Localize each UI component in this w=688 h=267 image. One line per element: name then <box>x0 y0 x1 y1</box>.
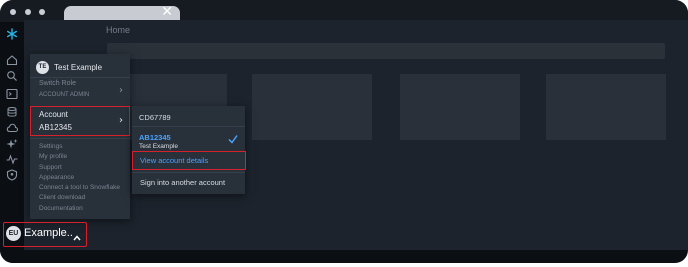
ai-sparkle-icon[interactable] <box>6 138 18 150</box>
tab-close-icon[interactable]: ✕ <box>161 4 173 20</box>
switch-role-label[interactable]: Switch Role <box>39 80 76 87</box>
sign-into-another-account-link[interactable]: Sign into another account <box>140 178 225 187</box>
checkmark-icon <box>228 131 238 144</box>
user-profile-menu: TE Test Example Switch Role ACCOUNT ADMI… <box>30 54 130 219</box>
account-label[interactable]: Account <box>39 110 68 119</box>
switch-role-chevron-icon: › <box>119 85 123 96</box>
account-value[interactable]: AB12345 <box>39 123 72 132</box>
profile-header: TE Test Example <box>36 58 102 76</box>
menu-item-settings[interactable]: Settings <box>39 143 63 150</box>
worksheets-icon[interactable] <box>6 88 18 100</box>
menu-item-documentation[interactable]: Documentation <box>39 205 83 212</box>
window-maximize-dot[interactable] <box>39 9 45 15</box>
menu-item-appearance[interactable]: Appearance <box>39 174 74 181</box>
account-submenu: CD67789 AB12345 Test Example View accoun… <box>132 106 246 194</box>
active-account-name: Test Example <box>139 143 179 150</box>
search-icon[interactable] <box>6 70 18 82</box>
content-card[interactable] <box>546 74 666 140</box>
menu-divider <box>30 138 130 139</box>
user-name[interactable]: Example.. <box>24 227 73 239</box>
cloud-icon[interactable] <box>6 122 18 134</box>
home-icon[interactable] <box>6 54 18 66</box>
window-close-dot[interactable] <box>10 9 16 15</box>
account-option-other[interactable]: CD67789 <box>139 113 171 122</box>
menu-item-my-profile[interactable]: My profile <box>39 153 67 160</box>
menu-item-connect-tool[interactable]: Connect a tool to Snowflake <box>39 184 120 191</box>
profile-name: Test Example <box>54 62 103 72</box>
window-minimize-dot[interactable] <box>25 9 31 15</box>
activity-icon[interactable] <box>6 153 18 165</box>
app-window: ✕ Home TE Test Example Switch Role ACCOU… <box>0 0 688 263</box>
menu-item-client-download[interactable]: Client download <box>39 194 85 201</box>
account-option-active[interactable]: AB12345 <box>139 133 171 142</box>
account-chevron-icon: › <box>119 115 123 126</box>
profile-avatar: TE <box>36 60 49 74</box>
content-card[interactable] <box>252 74 372 140</box>
menu-divider <box>132 126 245 127</box>
content-card[interactable] <box>400 74 520 140</box>
search-bar[interactable] <box>107 43 665 59</box>
current-role[interactable]: ACCOUNT ADMIN <box>39 92 89 98</box>
user-avatar[interactable]: EU <box>6 226 21 241</box>
view-account-details-link[interactable]: View account details <box>140 156 208 165</box>
menu-divider <box>30 77 130 78</box>
menu-divider <box>132 172 245 173</box>
breadcrumb[interactable]: Home <box>106 25 130 35</box>
chevron-up-icon[interactable] <box>73 229 81 241</box>
menu-item-support[interactable]: Support <box>39 164 62 171</box>
admin-shield-icon[interactable] <box>6 169 18 181</box>
browser-titlebar: ✕ <box>0 0 688 22</box>
database-icon[interactable] <box>6 106 18 118</box>
snowflake-logo-icon[interactable] <box>6 28 18 40</box>
